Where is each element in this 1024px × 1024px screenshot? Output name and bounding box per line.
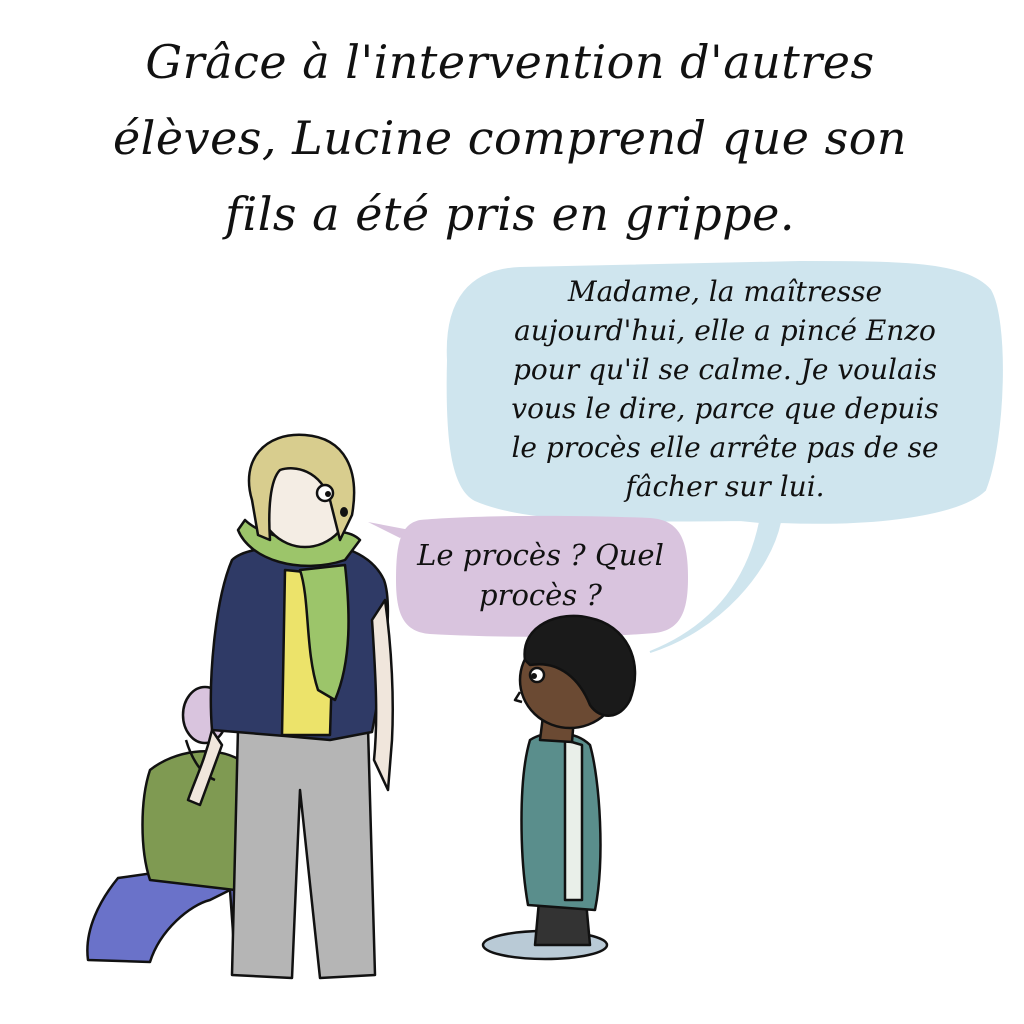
boy-figure — [481, 614, 637, 961]
boy-speech-text: Madame, la maîtresse aujourd'hui, elle a… — [511, 275, 939, 503]
comic-panel-illustration — [86, 260, 1003, 980]
mom-speech-text: Le procès ? Quel procès ? — [417, 538, 664, 612]
